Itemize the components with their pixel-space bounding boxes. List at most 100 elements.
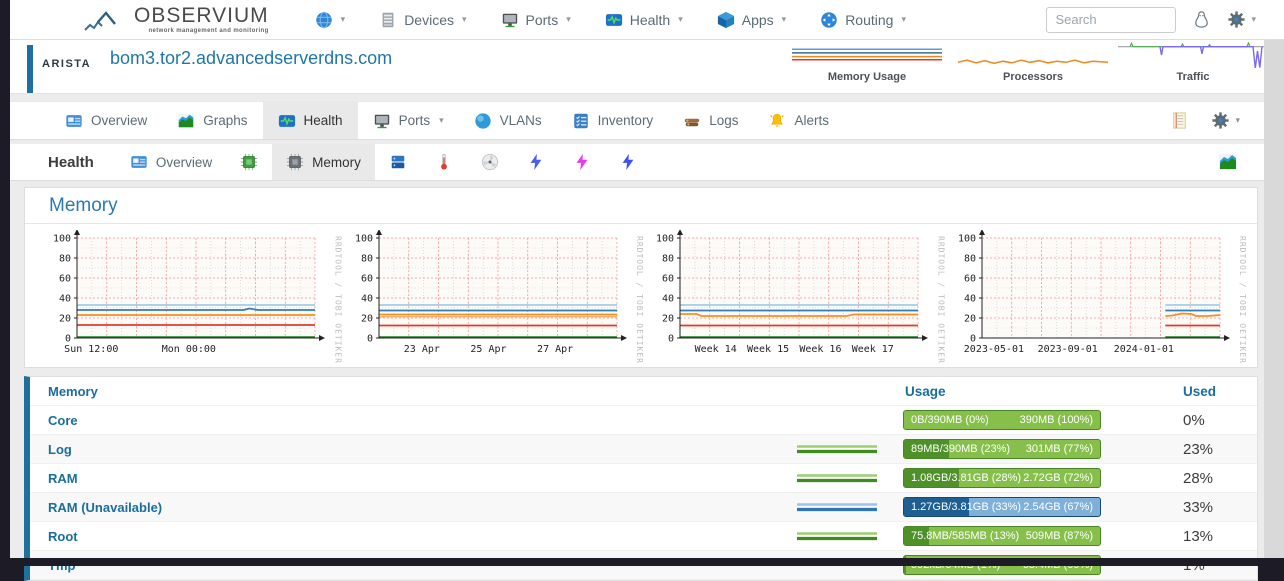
routing-icon bbox=[820, 11, 838, 29]
subtab-bolt-magenta[interactable] bbox=[559, 144, 605, 180]
svg-text:40: 40 bbox=[662, 294, 674, 305]
rrd-graph-1[interactable]: 02040608010023 Apr25 Apr27 AprRRDTOOL / … bbox=[343, 230, 645, 365]
tab-label: Inventory bbox=[598, 113, 654, 128]
observium-logo[interactable]: OBSERVIUM network management and monitor… bbox=[84, 5, 269, 34]
subtab-storage[interactable] bbox=[375, 144, 421, 180]
svg-text:27 Apr: 27 Apr bbox=[537, 344, 573, 355]
minigraph-processors[interactable]: Processors bbox=[953, 42, 1113, 83]
pool-name[interactable]: Log bbox=[48, 442, 797, 457]
logo-subtitle: network management and monitoring bbox=[134, 28, 269, 34]
used-percent: 0% bbox=[1183, 412, 1241, 429]
settings-menu[interactable]: ▾ bbox=[1227, 10, 1256, 29]
device-hostname[interactable]: bom3.tor2.advancedserverdns.com bbox=[110, 48, 392, 69]
inventory-icon bbox=[572, 112, 590, 130]
memory-table: Memory Usage Used Core0B/390MB (0%)390MB… bbox=[24, 376, 1258, 581]
nav-item-devices[interactable]: Devices▾ bbox=[379, 11, 466, 29]
tab-graphs[interactable]: Graphs bbox=[162, 102, 262, 139]
subtab-label: Memory bbox=[312, 155, 361, 170]
tab-alerts[interactable]: Alerts bbox=[753, 102, 844, 139]
usage-bar-right-label: 2.72GB (72%) bbox=[1023, 469, 1093, 487]
subtab-memory[interactable]: Memory bbox=[272, 144, 375, 180]
minigraph-label: Processors bbox=[953, 71, 1113, 83]
usage-sparkline[interactable] bbox=[797, 500, 877, 514]
subtab-section-title: Health bbox=[10, 144, 116, 180]
svg-text:100: 100 bbox=[957, 234, 975, 245]
nav-item-health[interactable]: Health▾ bbox=[605, 11, 683, 29]
svg-text:25 Apr: 25 Apr bbox=[470, 344, 506, 355]
tab-health[interactable]: Health bbox=[263, 102, 358, 139]
usage-sparkline[interactable] bbox=[797, 442, 877, 456]
minigraph-icon[interactable] bbox=[1218, 152, 1238, 172]
search-input[interactable] bbox=[1046, 7, 1176, 33]
svg-text:Week 17: Week 17 bbox=[852, 344, 894, 355]
devices-icon bbox=[379, 11, 397, 29]
usage-bar-right-label: 390MB (100%) bbox=[1020, 411, 1093, 429]
subtab-overview[interactable]: Overview bbox=[116, 144, 226, 180]
chevron-down-icon: ▾ bbox=[566, 14, 571, 25]
svg-text:80: 80 bbox=[59, 254, 71, 265]
rrd-graph-canvas: 020406080100Sun 12:00Mon 00:00 bbox=[41, 230, 327, 360]
chevron-down-icon: ▾ bbox=[439, 115, 444, 126]
pool-name[interactable]: Core bbox=[48, 413, 797, 428]
health-icon bbox=[605, 11, 623, 29]
tab-overview[interactable]: Overview bbox=[50, 102, 162, 139]
tab-logs[interactable]: Logs bbox=[668, 102, 753, 139]
minigraph-plot bbox=[958, 42, 1108, 68]
subtab-bolt-indigo[interactable] bbox=[605, 144, 651, 180]
usage-bar[interactable]: 0B/390MB (0%)390MB (100%) bbox=[903, 410, 1101, 430]
tab-inventory[interactable]: Inventory bbox=[557, 102, 669, 139]
svg-text:80: 80 bbox=[963, 254, 975, 265]
pool-name[interactable]: Root bbox=[48, 529, 797, 544]
minigraph-traffic[interactable]: Traffic bbox=[1113, 42, 1273, 83]
subtab-thermometer[interactable] bbox=[421, 144, 467, 180]
svg-text:23 Apr: 23 Apr bbox=[403, 344, 439, 355]
rrd-graph-2[interactable]: 020406080100Week 14Week 15Week 16Week 17… bbox=[644, 230, 946, 365]
usage-bar[interactable]: 1.27GB/3.81GB (33%)2.54GB (67%) bbox=[903, 497, 1101, 517]
svg-text:2023-05-01: 2023-05-01 bbox=[963, 344, 1023, 355]
chip-green-icon bbox=[240, 153, 258, 171]
rrd-graph-0[interactable]: 020406080100Sun 12:00Mon 00:00RRDTOOL / … bbox=[41, 230, 343, 365]
tab-label: Health bbox=[304, 113, 343, 128]
panel-title: Memory bbox=[25, 188, 1257, 224]
usage-sparkline[interactable] bbox=[797, 471, 877, 485]
notes-icon[interactable] bbox=[1170, 111, 1189, 130]
usage-sparkline[interactable] bbox=[797, 413, 877, 427]
usage-bar[interactable]: 75.8MB/585MB (13%)509MB (87%) bbox=[903, 526, 1101, 546]
subtab-chip-green[interactable] bbox=[226, 144, 272, 180]
used-percent: 23% bbox=[1183, 441, 1241, 458]
minigraph-plot bbox=[1118, 42, 1268, 68]
nav-item-apps[interactable]: Apps▾ bbox=[717, 11, 786, 29]
tab-vlans[interactable]: VLANs bbox=[459, 102, 557, 139]
usage-sparkline[interactable] bbox=[797, 529, 877, 543]
col-usage: Usage bbox=[905, 384, 1101, 399]
logs-icon bbox=[683, 112, 701, 130]
minigraph-label: Traffic bbox=[1113, 71, 1273, 83]
gear-icon bbox=[1227, 10, 1246, 29]
usage-bar[interactable]: 89MB/390MB (23%)301MB (77%) bbox=[903, 439, 1101, 459]
device-settings-menu[interactable]: ▾ bbox=[1211, 111, 1240, 130]
nav-item-globe[interactable]: ▾ bbox=[315, 11, 346, 29]
subtab-bolt-blue[interactable] bbox=[513, 144, 559, 180]
usage-bar[interactable]: 1.08GB/3.81GB (28%)2.72GB (72%) bbox=[903, 468, 1101, 488]
bolt-magenta-icon bbox=[573, 153, 591, 171]
tux-icon[interactable] bbox=[1192, 10, 1211, 29]
chevron-down-icon: ▾ bbox=[462, 14, 467, 25]
pool-name[interactable]: RAM bbox=[48, 471, 797, 486]
subtab-fan[interactable] bbox=[467, 144, 513, 180]
tab-ports[interactable]: Ports▾ bbox=[358, 102, 459, 139]
logo-title: OBSERVIUM bbox=[134, 5, 269, 26]
minigraph-memory-usage[interactable]: Memory Usage bbox=[787, 42, 947, 83]
scrollbar-track[interactable] bbox=[1264, 40, 1284, 558]
col-used: Used bbox=[1183, 384, 1241, 399]
nav-item-routing[interactable]: Routing▾ bbox=[820, 11, 906, 29]
svg-text:60: 60 bbox=[662, 274, 674, 285]
table-row-ram: RAM1.08GB/3.81GB (28%)2.72GB (72%)28% bbox=[30, 464, 1257, 493]
svg-text:Week 14: Week 14 bbox=[695, 344, 737, 355]
apps-icon bbox=[717, 11, 735, 29]
nav-item-ports[interactable]: Ports▾ bbox=[501, 11, 571, 29]
health-icon bbox=[278, 112, 296, 130]
rrd-graph-3[interactable]: 0204060801002023-05-012023-09-012024-01-… bbox=[946, 230, 1248, 365]
chevron-down-icon: ▾ bbox=[901, 14, 906, 25]
device-header: ARISTA bom3.tor2.advancedserverdns.com M… bbox=[10, 40, 1284, 94]
pool-name[interactable]: RAM (Unavailable) bbox=[48, 500, 797, 515]
